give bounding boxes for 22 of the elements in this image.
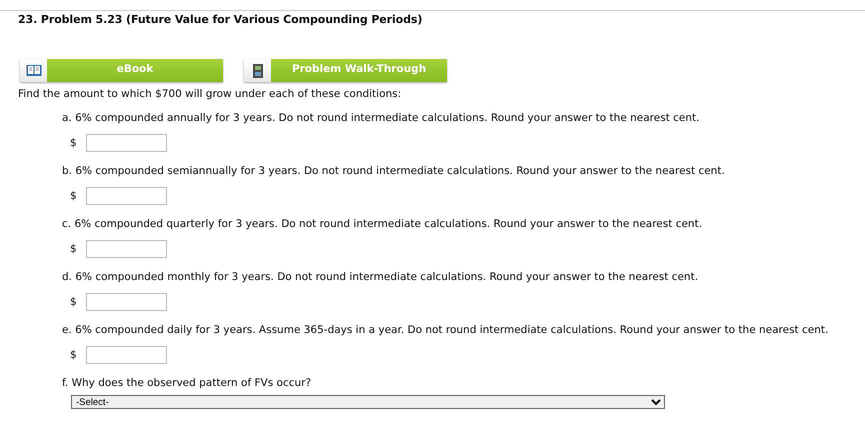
- book-icon: [26, 64, 42, 78]
- currency-sign: $: [70, 243, 77, 255]
- currency-sign: $: [70, 349, 77, 361]
- question-text: f. Why does the observed pattern of FVs occur?: [62, 377, 312, 389]
- currency-sign: $: [70, 296, 77, 308]
- answer-dropdown[interactable]: -Select-: [71, 395, 665, 409]
- ebook-button[interactable]: eBook: [47, 59, 223, 82]
- answer-field[interactable]: [86, 187, 167, 205]
- problem-title: 23. Problem 5.23 (Future Value for Various Compounding Periods): [18, 13, 424, 26]
- question-text: d. 6% compounded monthly for 3 years. Do not round intermediate calculations. Round your answer to the nearest cent.: [62, 271, 700, 283]
- walkthrough-button[interactable]: Problem Walk-Through: [271, 59, 447, 82]
- question-text: b. 6% compounded semiannually for 3 years. Do not round intermediate calculations. Round your answer to the nearest cent.: [62, 165, 726, 177]
- answer-field[interactable]: [86, 346, 167, 364]
- question-text: e. 6% compounded daily for 3 years. Assume 365-days in a year. Do not round intermediate calculations. Round your answer to the nearest cent.: [62, 324, 830, 336]
- answer-field[interactable]: [86, 134, 167, 152]
- answer-field[interactable]: [86, 293, 167, 311]
- question-text: a. 6% compounded annually for 3 years. Do not round intermediate calculations. Round your answer to the nearest cent.: [62, 112, 700, 124]
- instruction-text: Find the amount to which $700 will grow under each of these conditions:: [18, 88, 402, 100]
- question-text: c. 6% compounded quarterly for 3 years. Do not round intermediate calculations. Round your answer to the nearest cent.: [62, 218, 704, 230]
- answer-field[interactable]: [86, 240, 167, 258]
- currency-sign: $: [70, 190, 77, 202]
- currency-sign: $: [70, 137, 77, 149]
